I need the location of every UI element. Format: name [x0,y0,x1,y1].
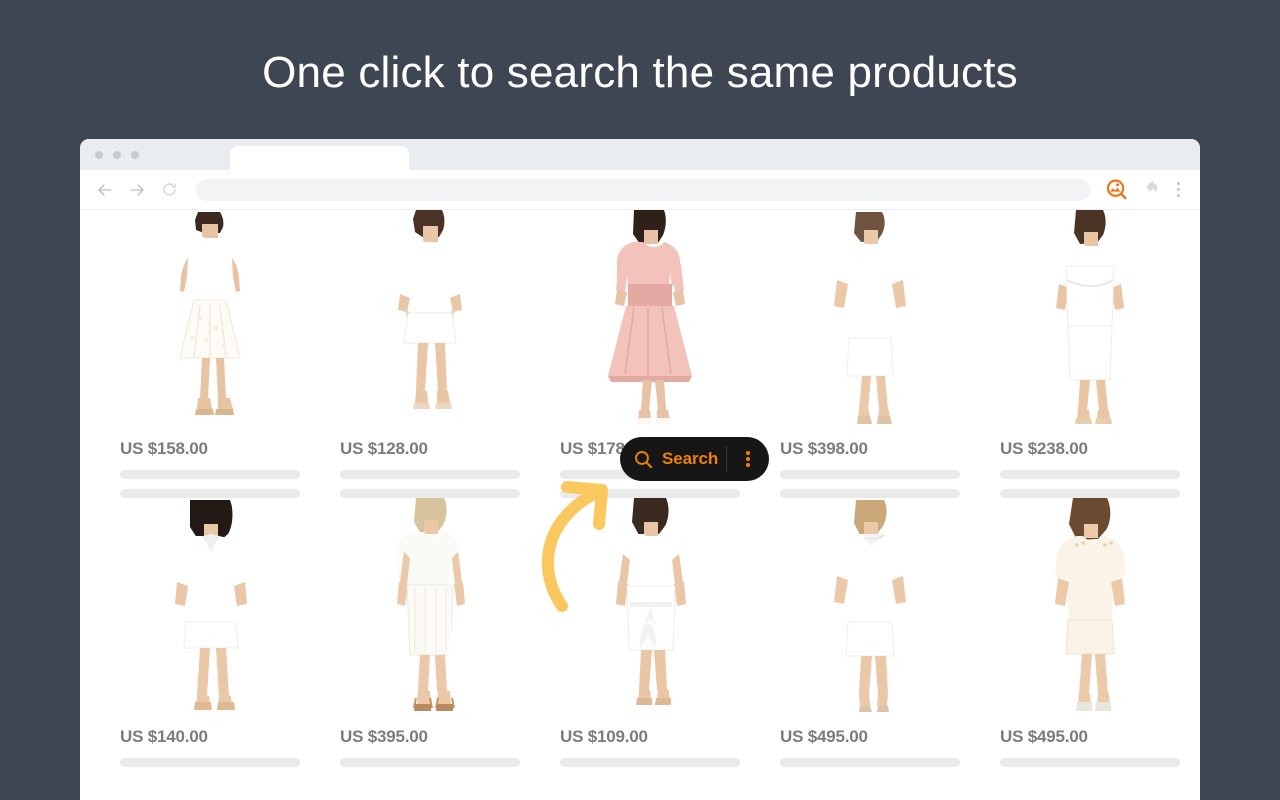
product-price: US $395.00 [340,727,428,746]
product-image[interactable] [340,210,520,433]
product-image[interactable] [560,210,740,433]
product-image[interactable] [1000,498,1180,721]
reload-icon [161,181,178,198]
title-placeholder [1000,758,1180,767]
product-image[interactable] [340,498,520,721]
browser-tab[interactable] [230,146,409,170]
arrow-right-icon [128,181,146,199]
browser-menu-button[interactable] [1166,175,1190,205]
product-price: US $128.00 [340,439,428,458]
image-search-extension-icon[interactable] [1102,175,1132,205]
back-button[interactable] [92,177,118,203]
product-image[interactable] [560,498,740,721]
title-placeholder [120,758,300,767]
product-price: US $158.00 [120,439,208,458]
title-placeholder [560,758,740,767]
subtitle-placeholder [1000,489,1180,498]
product-price: US $238.00 [1000,439,1088,458]
product-card[interactable]: US $109.00 [540,498,760,767]
product-price: US $398.00 [780,439,868,458]
product-image[interactable] [120,498,300,721]
extensions-button[interactable] [1136,175,1166,205]
puzzle-piece-icon [1143,179,1160,201]
title-placeholder [780,758,960,767]
browser-toolbar [80,170,1200,210]
product-card[interactable]: US $158.00 [100,210,320,498]
product-card[interactable]: US $128.00 [320,210,540,498]
title-placeholder [120,470,300,479]
visual-search-label: Search [662,449,719,468]
forward-button[interactable] [124,177,150,203]
product-price: US $495.00 [780,727,868,746]
subtitle-placeholder [340,489,520,498]
product-card[interactable]: US $395.00 [320,498,540,767]
product-card[interactable]: US $495.00 [760,498,980,767]
product-card[interactable]: US $398.00 [760,210,980,498]
window-controls[interactable] [95,151,139,159]
kebab-menu-icon [1176,182,1180,197]
product-image[interactable] [780,210,960,433]
product-card[interactable]: US $495.00 [980,498,1200,767]
shopping-results-page: US $158.00 US $128.00 US $178.00 US $398… [80,210,1200,800]
title-placeholder [780,470,960,479]
product-grid: US $158.00 US $128.00 US $178.00 US $398… [100,210,1200,767]
reload-button[interactable] [156,177,182,203]
kebab-menu-icon [746,450,750,468]
page-title: One click to search the same products [262,48,1018,97]
product-card[interactable]: US $140.00 [100,498,320,767]
maximize-dot[interactable] [131,151,139,159]
subtitle-placeholder [560,489,740,498]
subtitle-placeholder [120,489,300,498]
close-dot[interactable] [95,151,103,159]
product-card[interactable]: US $238.00 [980,210,1200,498]
visual-search-button[interactable]: Search [620,437,769,481]
visual-search-menu-button[interactable] [727,437,769,481]
product-image[interactable] [1000,210,1180,433]
browser-tab-strip [80,139,1200,170]
product-image[interactable] [120,210,300,433]
arrow-left-icon [96,181,114,199]
product-price: US $109.00 [560,727,648,746]
address-bar[interactable] [196,178,1090,201]
title-placeholder [340,470,520,479]
title-placeholder [340,758,520,767]
product-image[interactable] [780,498,960,721]
browser-window: US $158.00 US $128.00 US $178.00 US $398… [80,139,1200,800]
product-price: US $495.00 [1000,727,1088,746]
product-price: US $140.00 [120,727,208,746]
minimize-dot[interactable] [113,151,121,159]
title-placeholder [1000,470,1180,479]
magnifier-icon [634,450,653,469]
subtitle-placeholder [780,489,960,498]
